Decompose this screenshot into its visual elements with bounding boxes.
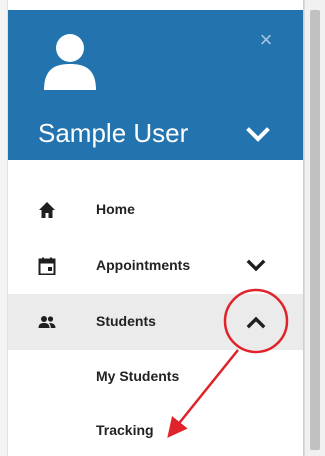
nav-menu: Home Appointments Students My Students T…: [8, 182, 303, 456]
nav-item-home[interactable]: Home: [8, 182, 303, 238]
home-icon: [39, 202, 55, 218]
people-icon: [38, 316, 56, 328]
app-frame: × Sample User Home Appointments Students…: [0, 0, 325, 456]
nav-subitem-tracking[interactable]: Tracking: [8, 404, 303, 456]
user-name: Sample User: [38, 118, 189, 148]
close-icon[interactable]: ×: [256, 29, 276, 51]
nav-item-label: Students: [96, 313, 156, 329]
nav-item-label: Appointments: [96, 257, 191, 273]
scrollbar[interactable]: [304, 0, 325, 456]
nav-item-label: Home: [96, 201, 135, 217]
background-page-edge: [0, 0, 8, 456]
chevron-down-icon[interactable]: [246, 258, 266, 274]
navigation-drawer: × Sample User Home Appointments Students…: [8, 0, 304, 456]
scrollbar-thumb[interactable]: [310, 10, 320, 450]
calendar-icon: [38, 257, 56, 275]
nav-subitem-label: Tracking: [96, 422, 154, 438]
chevron-down-icon[interactable]: [246, 124, 270, 146]
user-avatar-icon: [44, 34, 96, 90]
nav-subitem-label: My Students: [96, 368, 180, 384]
drawer-header: × Sample User: [8, 10, 303, 160]
nav-item-students[interactable]: Students: [8, 294, 303, 350]
nav-subitem-my-students[interactable]: My Students: [8, 350, 303, 404]
nav-item-appointments[interactable]: Appointments: [8, 238, 303, 294]
chevron-up-icon[interactable]: [246, 314, 266, 330]
